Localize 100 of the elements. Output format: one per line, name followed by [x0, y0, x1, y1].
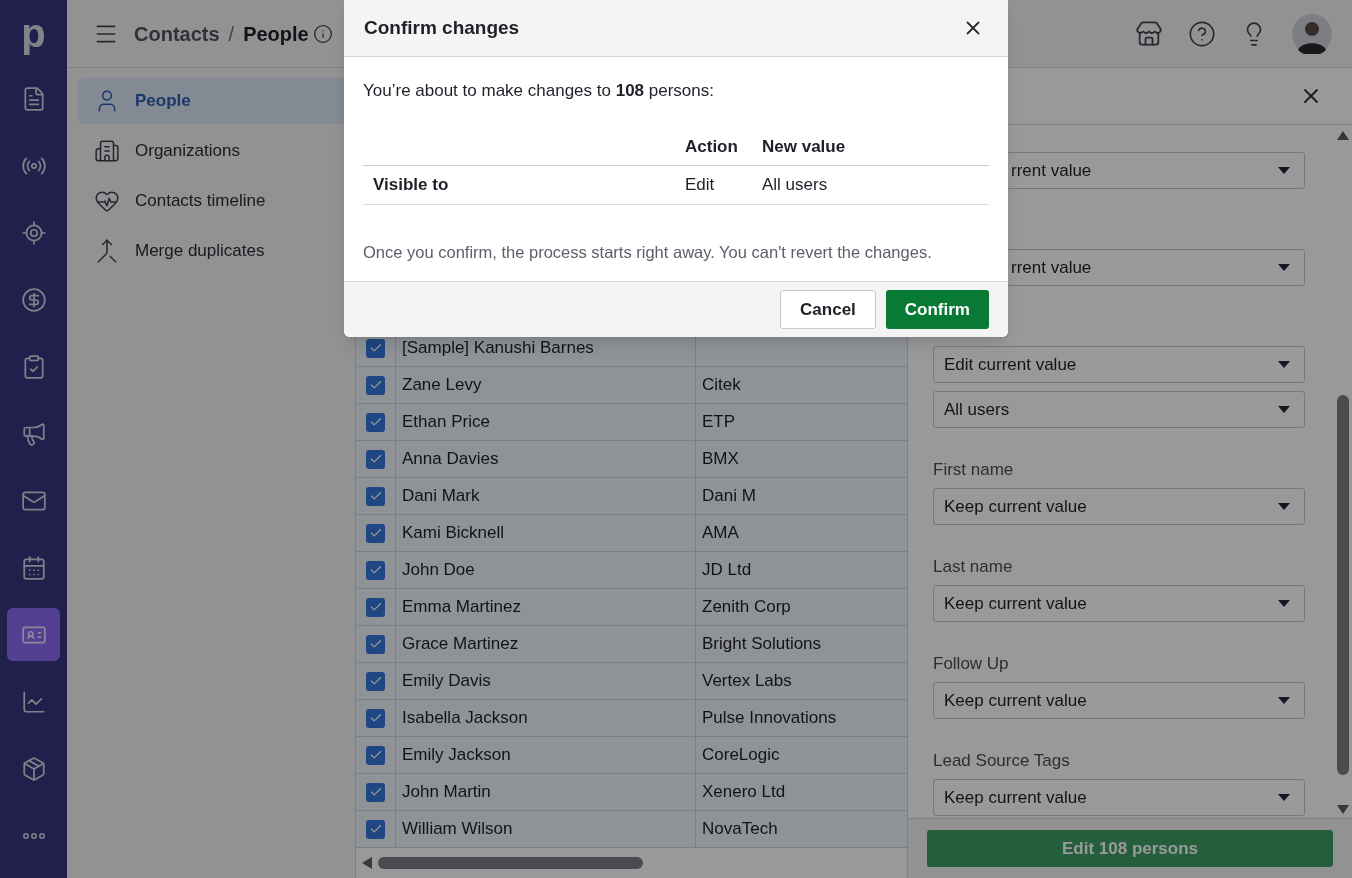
- dialog-intro: You’re about to make changes to 108 persons:: [363, 80, 715, 102]
- table-cell-text: Bright Solutions: [702, 633, 822, 656]
- table-cell-text: William Wilson: [402, 818, 513, 841]
- store-icon[interactable]: [1135, 19, 1163, 48]
- row-checkbox[interactable]: [366, 375, 385, 395]
- table-cell-text: NovaTech: [702, 818, 778, 841]
- help-icon[interactable]: [1188, 19, 1216, 48]
- avatar[interactable]: [1292, 13, 1332, 54]
- check-icon: [368, 563, 383, 577]
- megaphone-icon: [20, 420, 47, 447]
- row-checkbox[interactable]: [366, 671, 385, 691]
- table-cell-text: All users: [762, 173, 828, 196]
- page-title: People: [243, 21, 309, 47]
- info-icon[interactable]: [312, 23, 333, 44]
- select-field[interactable]: Keep current value: [933, 682, 1305, 719]
- dialog-title: Confirm changes: [364, 15, 521, 40]
- row-checkbox[interactable]: [366, 745, 385, 765]
- table-cell-text: Dani Mark: [402, 485, 480, 508]
- table-cell-text: Zane Levy: [402, 374, 482, 397]
- heart-pulse-icon: [94, 188, 120, 214]
- check-icon: [368, 341, 383, 355]
- table-cell-text: Anna Davies: [402, 448, 499, 471]
- caret-down-icon: [1278, 167, 1290, 174]
- table-cell-text: Citek: [702, 374, 741, 397]
- select-field[interactable]: Keep current value: [933, 585, 1305, 622]
- row-checkbox[interactable]: [366, 449, 385, 469]
- row-checkbox[interactable]: [366, 560, 385, 580]
- warning-text: Once you confirm, the process starts right away. You can't revert the changes.: [363, 241, 933, 263]
- sidebar-item[interactable]: Merge duplicates: [78, 228, 355, 274]
- check-icon: [368, 822, 383, 836]
- row-checkbox[interactable]: [366, 412, 385, 432]
- scroll-left-icon[interactable]: [362, 857, 372, 869]
- check-icon: [368, 637, 383, 651]
- check-icon: [368, 489, 383, 503]
- row-checkbox[interactable]: [366, 523, 385, 543]
- table-cell-text: Dani M: [702, 485, 756, 508]
- building-icon: [94, 138, 120, 164]
- table-cell-text: ETP: [702, 411, 736, 434]
- vertical-scrollbar-thumb[interactable]: [1336, 395, 1349, 775]
- breadcrumb-link[interactable]: Contacts: [134, 18, 220, 49]
- more-icon: [22, 832, 45, 839]
- dollar-icon: [20, 286, 47, 313]
- table-cell-text: AMA: [702, 522, 739, 545]
- select-field[interactable]: Edit current value: [933, 346, 1305, 383]
- table-cell-text: John Martin: [402, 781, 491, 804]
- table-cell-text: Grace Martinez: [402, 633, 519, 656]
- confirm-button[interactable]: Confirm: [885, 290, 989, 329]
- row-checkbox[interactable]: [366, 708, 385, 728]
- row-checkbox[interactable]: [366, 597, 385, 617]
- caret-down-icon: [1278, 600, 1290, 607]
- check-icon: [368, 748, 383, 762]
- table-cell-text: John Doe: [402, 559, 475, 582]
- table-cell-text: BMX: [702, 448, 739, 471]
- table-cell-text: Ethan Price: [402, 411, 490, 434]
- check-icon: [368, 378, 383, 392]
- scroll-up-icon[interactable]: [1336, 131, 1349, 140]
- check-icon: [368, 674, 383, 688]
- table-cell-text: Isabella Jackson: [402, 707, 528, 730]
- caret-down-icon: [1278, 361, 1290, 368]
- box-icon: [20, 755, 47, 782]
- table-cell-text: Vertex Labs: [702, 670, 792, 693]
- cancel-button[interactable]: Cancel: [780, 290, 876, 329]
- field-label: Last name: [933, 558, 1014, 576]
- row-checkbox[interactable]: [366, 634, 385, 654]
- check-icon: [368, 600, 383, 614]
- select-field[interactable]: Keep current value: [933, 488, 1305, 525]
- table-cell-text: Emily Davis: [402, 670, 491, 693]
- row-checkbox[interactable]: [366, 338, 385, 358]
- field-label: First name: [933, 461, 1015, 479]
- check-icon: [368, 452, 383, 466]
- check-icon: [368, 526, 383, 540]
- table-cell-text: Visible to: [372, 173, 450, 196]
- table-cell-text: Kami Bicknell: [402, 522, 505, 545]
- nav-item[interactable]: [7, 608, 60, 661]
- select-field[interactable]: Keep current value: [933, 779, 1305, 816]
- row-checkbox[interactable]: [366, 486, 385, 506]
- row-checkbox[interactable]: [366, 819, 385, 839]
- sidebar-item[interactable]: Contacts timeline: [78, 178, 355, 224]
- check-icon: [368, 785, 383, 799]
- table-cell-text: [Sample] Kanushi Barnes: [402, 337, 594, 360]
- caret-down-icon: [1278, 406, 1290, 413]
- horizontal-scrollbar-thumb[interactable]: [378, 857, 643, 869]
- target-icon: [20, 219, 47, 246]
- table-cell-text: CoreLogic: [702, 744, 780, 767]
- select-field[interactable]: All users: [933, 391, 1305, 428]
- column-header: Action: [685, 135, 739, 158]
- calendar-icon: [20, 554, 47, 581]
- scroll-down-icon[interactable]: [1336, 805, 1349, 814]
- table-cell-text: Emma Martinez: [402, 596, 522, 619]
- table-cell-text: Pulse Innovations: [702, 707, 837, 730]
- table-cell-text: Edit: [685, 173, 716, 196]
- row-checkbox[interactable]: [366, 782, 385, 802]
- caret-down-icon: [1278, 697, 1290, 704]
- caret-down-icon: [1278, 264, 1290, 271]
- table-cell-text: Xenero Ltd: [702, 781, 786, 804]
- field-label: Lead Source Tags: [933, 752, 1071, 770]
- sidebar-item[interactable]: Organizations: [78, 128, 355, 174]
- column-header: New value: [762, 135, 846, 158]
- field-label: Follow Up: [933, 655, 1010, 673]
- app-logo[interactable]: p: [21, 8, 46, 58]
